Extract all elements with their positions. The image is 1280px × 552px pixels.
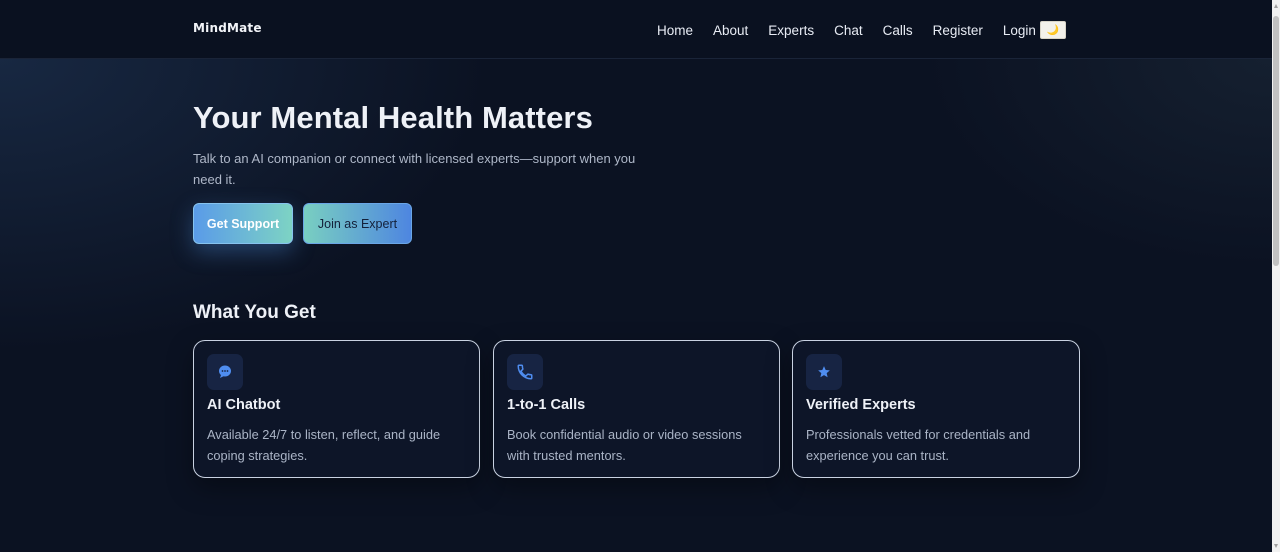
phone-icon	[507, 354, 543, 390]
moon-icon: 🌙	[1046, 24, 1060, 36]
nav-links: Home About Experts Chat Calls Register L…	[657, 20, 1056, 40]
get-support-button[interactable]: Get Support	[193, 203, 293, 244]
card-title: 1-to-1 Calls	[507, 397, 586, 413]
scrollbar-thumb[interactable]	[1273, 16, 1279, 266]
card-title: AI Chatbot	[207, 397, 281, 413]
hero-title: Your Mental Health Matters	[193, 100, 593, 135]
nav-link-register[interactable]: Register	[933, 23, 983, 38]
scroll-down-arrow-icon[interactable]	[1274, 544, 1278, 548]
card-text: Professionals vetted for credentials and…	[806, 427, 1031, 463]
star-icon	[806, 354, 842, 390]
feature-card-calls: 1-to-1 Calls Book confidential audio or …	[493, 340, 780, 478]
features-title: What You Get	[193, 302, 316, 323]
join-as-expert-button[interactable]: Join as Expert	[303, 203, 412, 244]
nav-link-calls[interactable]: Calls	[883, 23, 913, 38]
nav-link-login[interactable]: Login	[1003, 23, 1036, 38]
scroll-up-arrow-icon[interactable]	[1274, 4, 1278, 8]
main-content: Your Mental Health Matters Talk to an AI…	[0, 0, 1272, 552]
brand-logo[interactable]: MindMate	[193, 21, 262, 35]
navbar: MindMate Home About Experts Chat Calls R…	[0, 0, 1272, 59]
card-text: Book confidential audio or video session…	[507, 427, 742, 463]
card-title: Verified Experts	[806, 397, 916, 413]
vertical-scrollbar[interactable]	[1272, 0, 1280, 552]
theme-toggle-button[interactable]: 🌙	[1040, 21, 1066, 39]
chat-bubble-icon	[207, 354, 243, 390]
nav-link-home[interactable]: Home	[657, 23, 693, 38]
feature-card-verified-experts: Verified Experts Professionals vetted fo…	[792, 340, 1080, 478]
nav-link-about[interactable]: About	[713, 23, 748, 38]
nav-link-chat[interactable]: Chat	[834, 23, 863, 38]
hero-subtitle: Talk to an AI companion or connect with …	[193, 151, 636, 187]
card-text: Available 24/7 to listen, reflect, and g…	[207, 427, 441, 463]
feature-card-ai-chatbot: AI Chatbot Available 24/7 to listen, ref…	[193, 340, 480, 478]
nav-link-experts[interactable]: Experts	[768, 23, 814, 38]
